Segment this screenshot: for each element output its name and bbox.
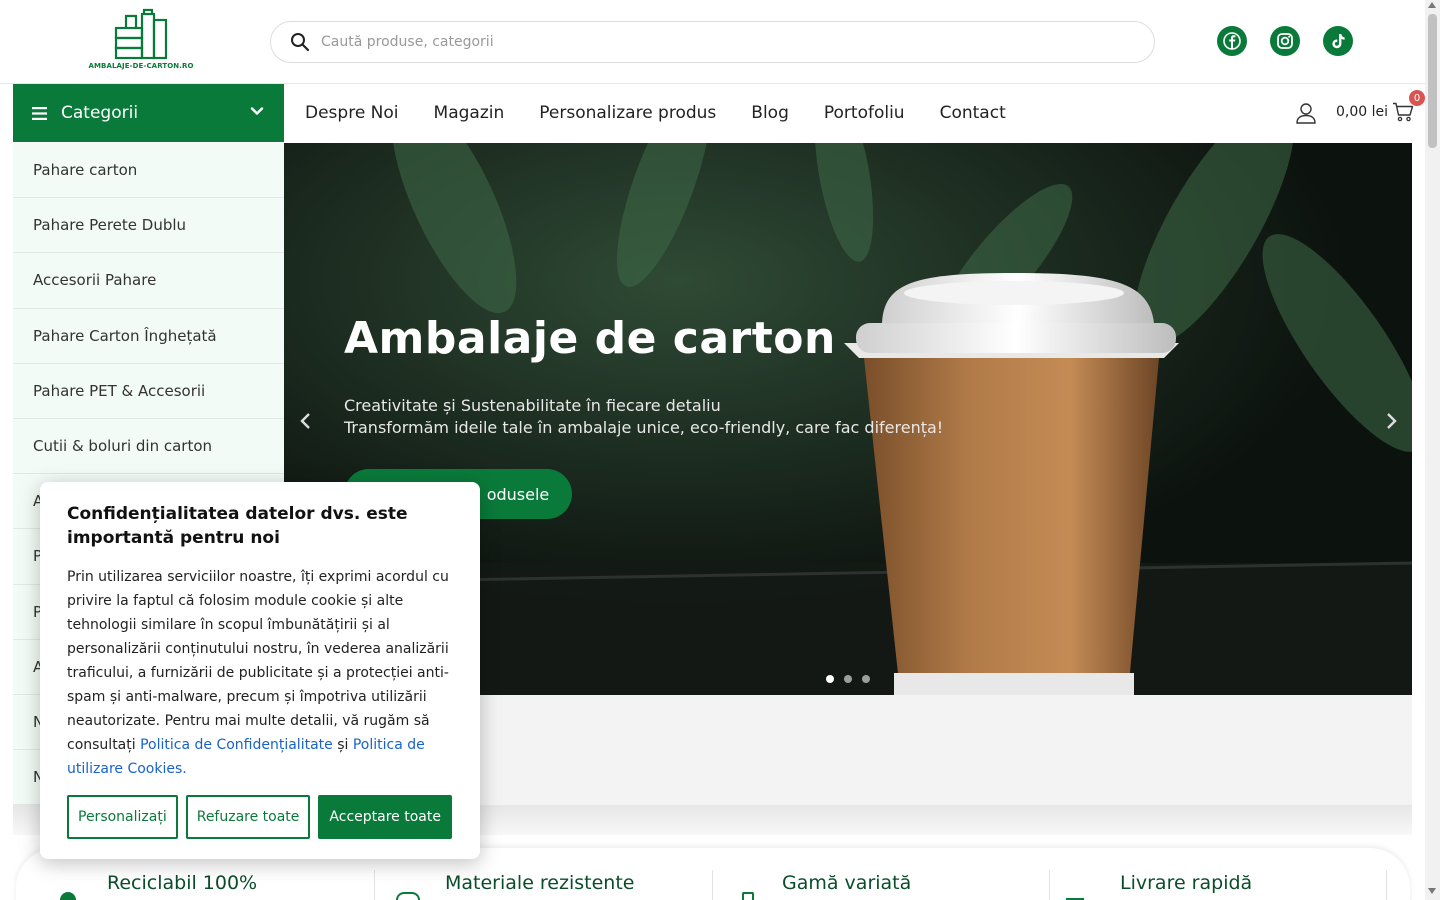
- cookie-title: Confidențialitatea datelor dvs. este imp…: [67, 504, 408, 548]
- feature-livrare: Livrare rapidă: [1120, 872, 1253, 894]
- cart-total[interactable]: 0,00 lei: [1336, 104, 1388, 120]
- hero-cta-label: odusele: [486, 484, 550, 504]
- slider-next-arrow-icon[interactable]: [1381, 411, 1401, 431]
- chevron-down-icon: [250, 107, 264, 115]
- cookie-body-text: Prin utilizarea serviciilor noastre, îți…: [67, 569, 449, 753]
- hamburger-icon: [32, 106, 47, 120]
- slider-dots: [826, 675, 870, 683]
- slider-dot-2[interactable]: [844, 675, 852, 683]
- feature-divider: [712, 870, 713, 900]
- tiktok-icon[interactable]: [1323, 26, 1353, 56]
- slider-dot-1[interactable]: [826, 675, 834, 683]
- categories-label: Categorii: [61, 103, 139, 123]
- cookie-body: Prin utilizarea serviciilor noastre, îți…: [67, 565, 453, 781]
- scroll-down-arrow-icon[interactable]: [1428, 888, 1436, 894]
- cart-count-badge: 0: [1409, 90, 1425, 106]
- hero-subtitle-line1: Creativitate și Sustenabilitate în fieca…: [344, 396, 721, 415]
- search-bar[interactable]: [270, 21, 1155, 63]
- scroll-up-arrow-icon[interactable]: [1428, 2, 1436, 8]
- shopping-cart-icon[interactable]: [1392, 102, 1414, 122]
- instagram-icon[interactable]: [1270, 26, 1300, 56]
- logo-text: AMBALAJE-DE-CARTON.RO: [88, 62, 194, 70]
- feature-reciclabil: Reciclabil 100%: [107, 872, 258, 894]
- logo-boxes-icon: [114, 8, 168, 60]
- menu-item-magazin[interactable]: Magazin: [434, 103, 505, 123]
- main-navigation: Categorii Despre Noi Magazin Personaliza…: [0, 84, 1425, 143]
- feature-divider: [374, 870, 375, 900]
- cookie-consent-dialog: Confidențialitatea datelor dvs. este imp…: [40, 482, 480, 859]
- reject-all-cookies-button[interactable]: Refuzare toate: [185, 795, 311, 839]
- scrollbar-thumb[interactable]: [1428, 14, 1437, 148]
- categories-button[interactable]: Categorii: [13, 84, 284, 142]
- variety-icon: [742, 892, 754, 900]
- hero-subtitle: Creativitate și Sustenabilitate în fieca…: [344, 395, 943, 439]
- user-account-icon[interactable]: [1295, 102, 1317, 124]
- feature-divider: [1386, 870, 1387, 900]
- slider-prev-arrow-icon[interactable]: [296, 411, 316, 431]
- menu-item-portofoliu[interactable]: Portofoliu: [824, 103, 905, 123]
- slider-dot-3[interactable]: [862, 675, 870, 683]
- social-links: [1217, 26, 1353, 56]
- sidebar-item-pahare-carton[interactable]: Pahare carton: [13, 143, 284, 199]
- menu-item-personalizare-produs[interactable]: Personalizare produs: [539, 103, 716, 123]
- search-icon[interactable]: [289, 31, 311, 53]
- feature-divider: [1049, 870, 1050, 900]
- accept-all-cookies-button[interactable]: Acceptare toate: [318, 795, 452, 839]
- search-input[interactable]: [321, 34, 1121, 50]
- privacy-policy-link[interactable]: Politica de Confidențialitate: [140, 737, 333, 753]
- menu-item-despre-noi[interactable]: Despre Noi: [305, 103, 399, 123]
- site-header: AMBALAJE-DE-CARTON.RO: [0, 0, 1425, 84]
- feature-materiale: Materiale rezistente: [445, 872, 635, 894]
- sidebar-item-accesorii-pahare[interactable]: Accesorii Pahare: [13, 253, 284, 309]
- page-scrollbar[interactable]: [1425, 0, 1440, 900]
- hero-title: Ambalaje de carton: [344, 313, 836, 364]
- cookie-actions: Personalizați Refuzare toate Acceptare t…: [67, 795, 452, 839]
- sidebar-item-pahare-pet[interactable]: Pahare PET & Accesorii: [13, 364, 284, 419]
- menu-item-blog[interactable]: Blog: [751, 103, 789, 123]
- menu-item-contact[interactable]: Contact: [940, 103, 1006, 123]
- sidebar-item-cutii-boluri[interactable]: Cutii & boluri din carton: [13, 419, 284, 475]
- top-menu: Despre Noi Magazin Personalizare produs …: [305, 84, 1006, 142]
- recycle-icon: [60, 892, 76, 900]
- hero-subtitle-line2: Transformăm ideile tale în ambalaje unic…: [344, 418, 944, 437]
- materials-icon: [396, 892, 420, 900]
- feature-gama: Gamă variată: [782, 872, 912, 894]
- site-logo[interactable]: AMBALAJE-DE-CARTON.RO: [88, 8, 193, 76]
- customize-cookies-button[interactable]: Personalizați: [67, 795, 178, 839]
- facebook-icon[interactable]: [1217, 26, 1247, 56]
- sidebar-item-pahare-inghetata[interactable]: Pahare Carton Înghețată: [13, 309, 284, 364]
- sidebar-item-pahare-perete-dublu[interactable]: Pahare Perete Dublu: [13, 198, 284, 254]
- cookie-and-text: și: [337, 737, 349, 753]
